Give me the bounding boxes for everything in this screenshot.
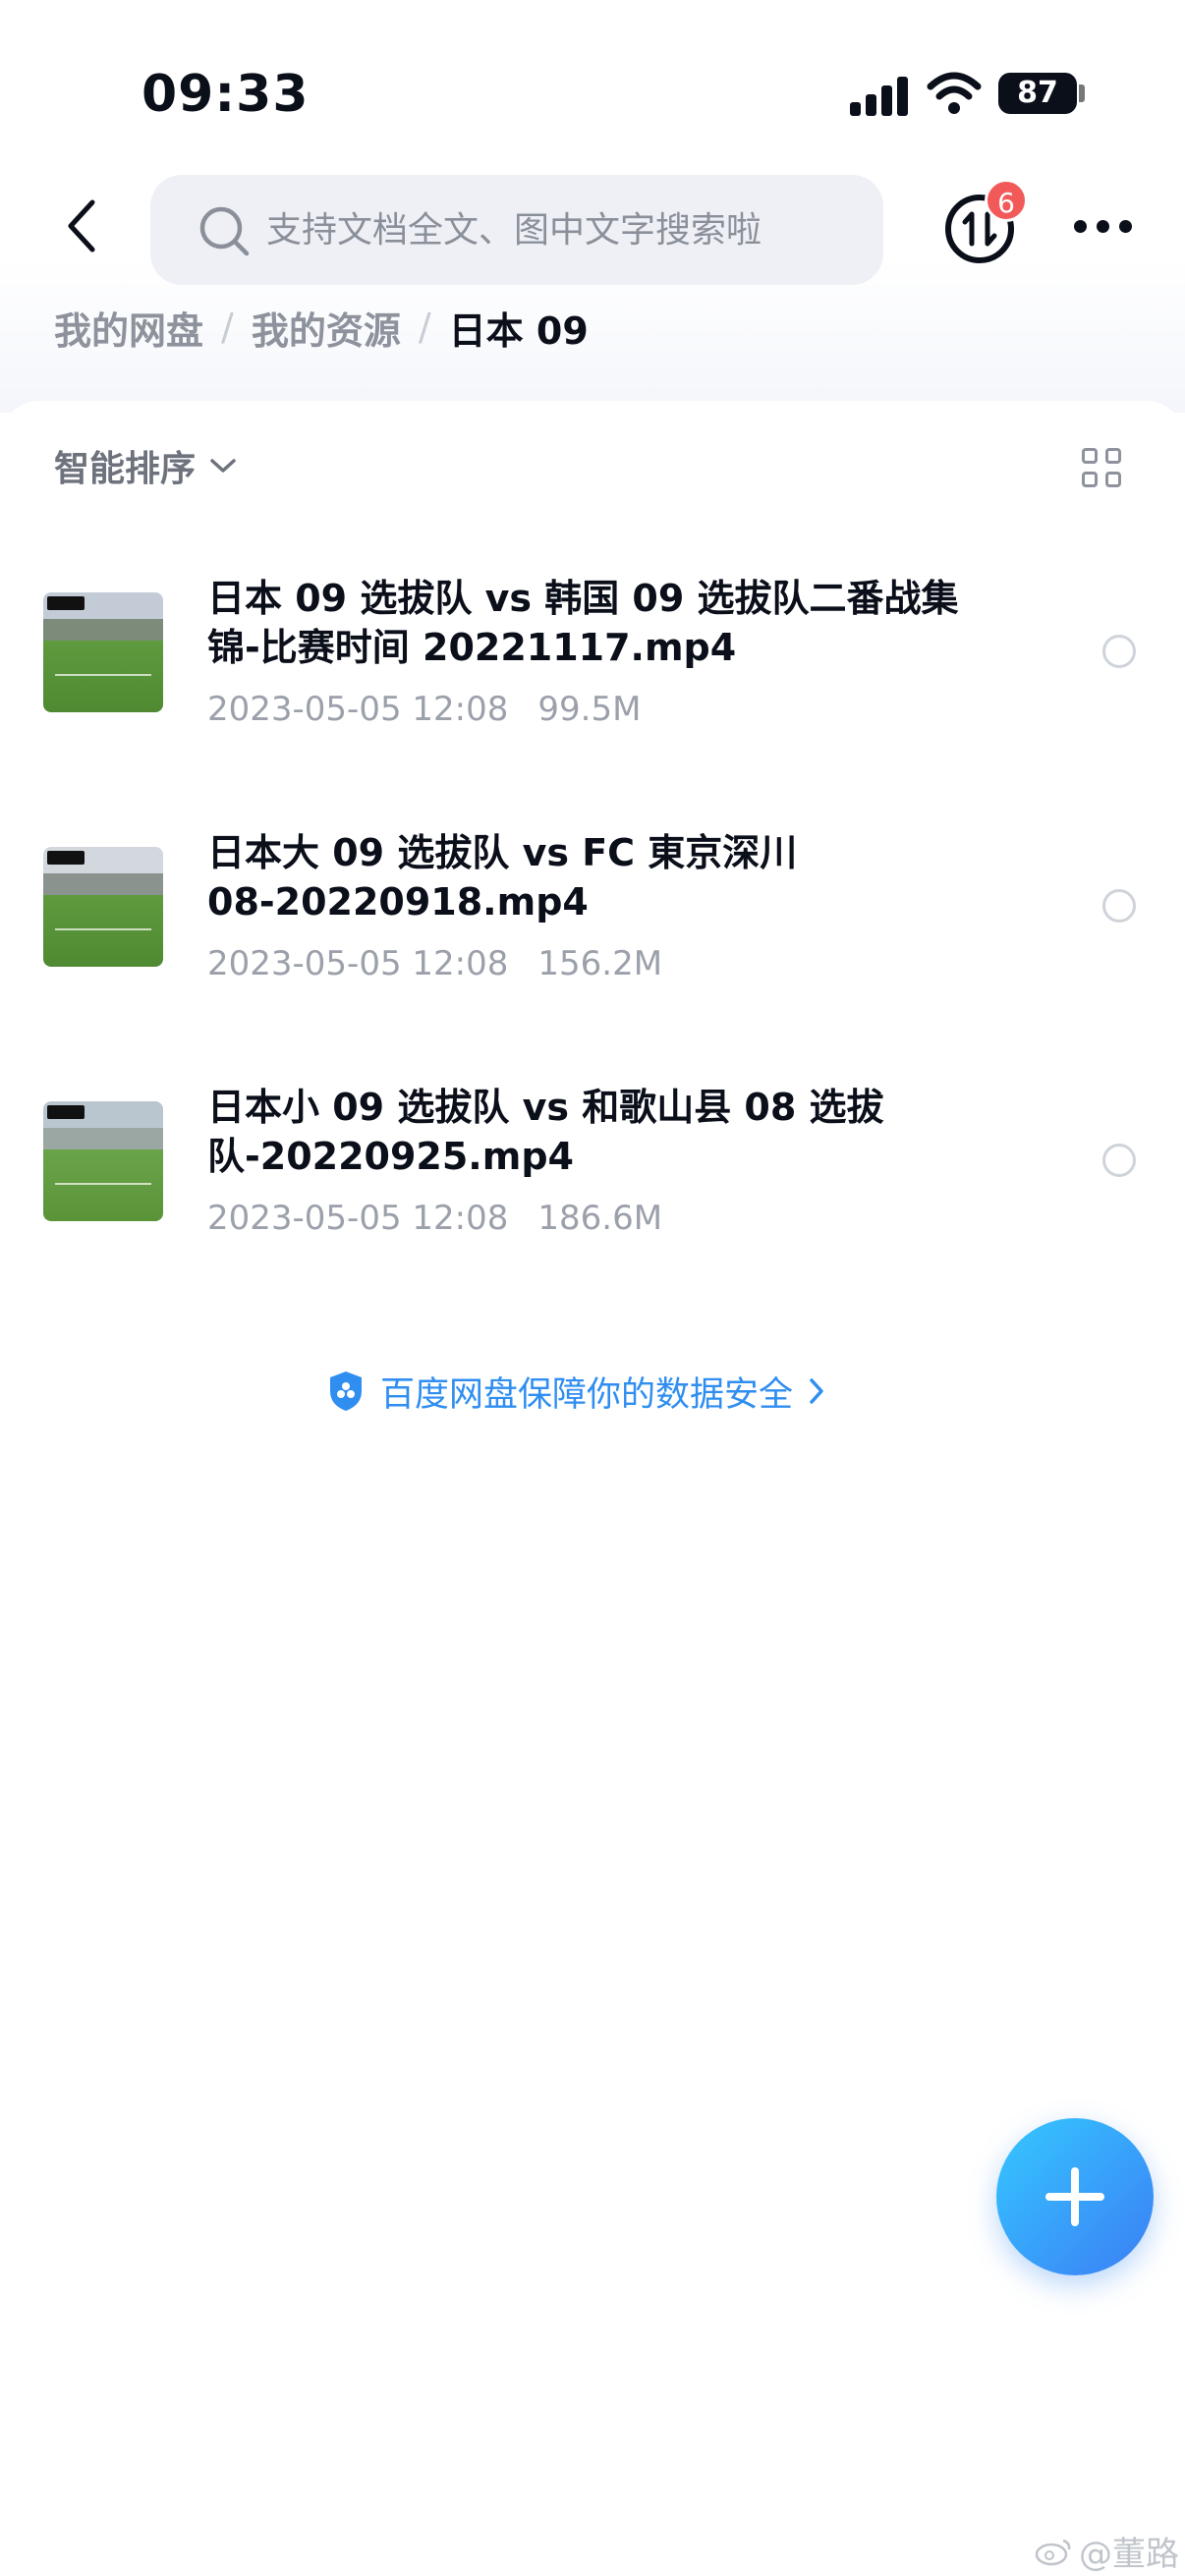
breadcrumb-parent[interactable]: 我的资源 <box>252 301 401 355</box>
search-bar[interactable] <box>150 175 883 285</box>
breadcrumb-separator: / <box>418 306 431 349</box>
file-name-line-2: 锦-比赛时间 20221117.mp4 <box>207 626 737 669</box>
sort-dropdown[interactable]: 智能排序 <box>54 440 237 491</box>
shield-icon <box>330 1372 362 1411</box>
file-date: 2023-05-05 12:08 <box>207 944 509 983</box>
file-name-line-2: 08-20220918.mp4 <box>207 880 589 924</box>
video-thumbnail <box>43 847 163 967</box>
file-row[interactable]: 日本小 09 选拔队 vs 和歌山县 08 选拔 队-20220925.mp4 … <box>0 1051 1185 1267</box>
sort-label: 智能排序 <box>54 449 197 489</box>
file-name-line-1: 日本大 09 选拔队 vs FC 東京深川 <box>207 831 798 874</box>
file-meta: 2023-05-05 12:08 156.2M <box>207 944 662 983</box>
select-radio[interactable] <box>1102 1144 1136 1177</box>
select-radio[interactable] <box>1102 635 1136 668</box>
weibo-watermark: @董路 <box>1034 2527 1179 2575</box>
file-size: 99.5M <box>537 690 642 729</box>
watermark-text: @董路 <box>1079 2535 1179 2574</box>
file-row[interactable]: 日本 09 选拔队 vs 韩国 09 选拔队二番战集 锦-比赛时间 202211… <box>0 542 1185 758</box>
add-button[interactable] <box>996 2118 1154 2275</box>
file-name-line-2: 队-20220925.mp4 <box>207 1135 574 1178</box>
weibo-icon <box>1035 2539 1071 2565</box>
video-thumbnail <box>43 592 163 712</box>
file-meta: 2023-05-05 12:08 186.6M <box>207 1199 662 1238</box>
breadcrumb-separator: / <box>221 306 234 349</box>
file-name-line-1: 日本小 09 选拔队 vs 和歌山县 08 选拔 <box>207 1086 884 1129</box>
cellular-signal-icon <box>850 75 909 116</box>
transfer-count-badge: 6 <box>985 179 1028 222</box>
breadcrumb: 我的网盘 / 我的资源 / 日本 09 <box>54 298 589 357</box>
breadcrumb-root[interactable]: 我的网盘 <box>54 301 203 355</box>
file-name: 日本小 09 选拔队 vs 和歌山县 08 选拔 队-20220925.mp4 <box>207 1083 1013 1181</box>
chevron-right-icon <box>810 1378 823 1404</box>
file-size: 186.6M <box>537 1199 663 1238</box>
video-thumbnail <box>43 1101 163 1221</box>
file-name: 日本大 09 选拔队 vs FC 東京深川 08-20220918.mp4 <box>207 828 1013 926</box>
file-date: 2023-05-05 12:08 <box>207 690 509 729</box>
file-row[interactable]: 日本大 09 选拔队 vs FC 東京深川 08-20220918.mp4 20… <box>0 797 1185 1013</box>
search-icon <box>199 206 250 256</box>
status-time: 09:33 <box>141 65 310 124</box>
file-size: 156.2M <box>537 944 663 983</box>
select-radio[interactable] <box>1102 889 1136 923</box>
file-meta: 2023-05-05 12:08 99.5M <box>207 690 641 729</box>
data-safety-text: 百度网盘保障你的数据安全 <box>380 1374 794 1415</box>
file-name-line-1: 日本 09 选拔队 vs 韩国 09 选拔队二番战集 <box>207 577 959 620</box>
file-date: 2023-05-05 12:08 <box>207 1199 509 1238</box>
battery-indicator: 87 <box>998 73 1077 114</box>
chevron-down-icon <box>210 459 236 473</box>
data-safety-link[interactable]: 百度网盘保障你的数据安全 <box>327 1364 824 1419</box>
more-options-icon[interactable] <box>1074 220 1133 234</box>
breadcrumb-current: 日本 09 <box>448 308 589 353</box>
wifi-icon <box>927 72 982 114</box>
plus-icon <box>1071 2167 1079 2226</box>
grid-view-icon[interactable] <box>1082 448 1123 489</box>
search-input[interactable] <box>266 175 856 285</box>
back-chevron-icon[interactable] <box>61 196 104 255</box>
file-name: 日本 09 选拔队 vs 韩国 09 选拔队二番战集 锦-比赛时间 202211… <box>207 574 1013 672</box>
battery-tip <box>1079 84 1085 102</box>
